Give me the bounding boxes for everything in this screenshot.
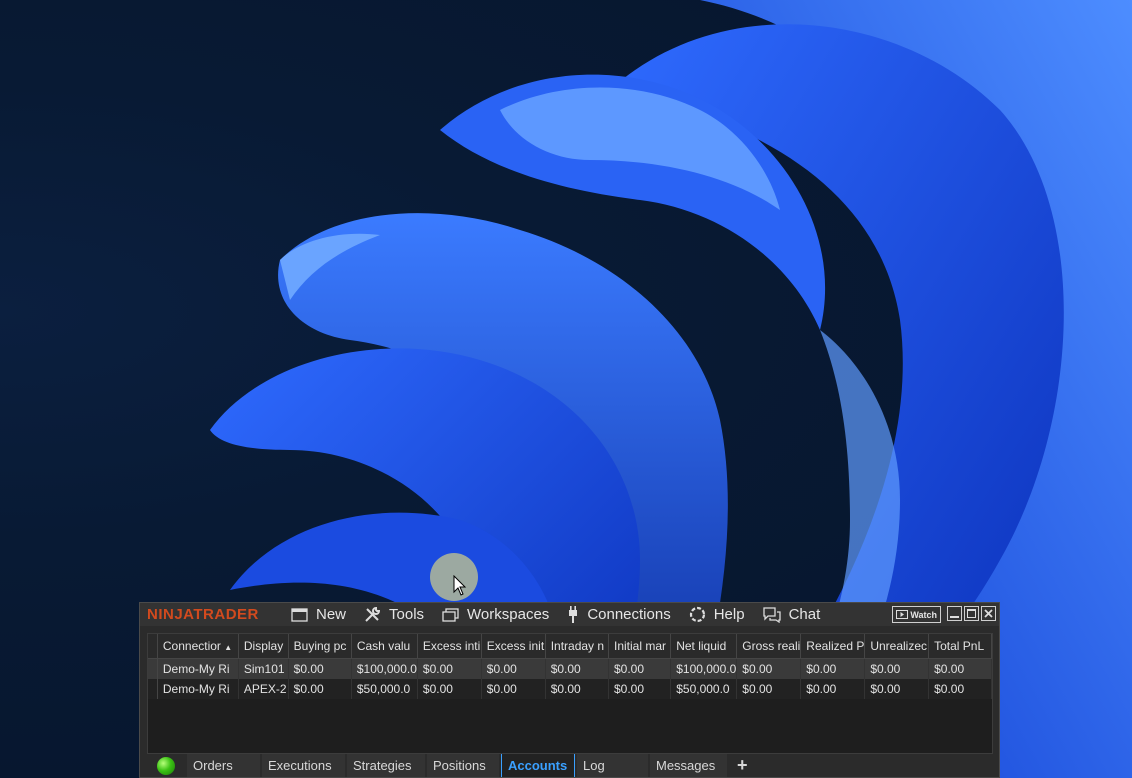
maximize-button[interactable] [964,606,979,621]
table-header-row: Connectior ▲ Display Buying pc Cash valu… [148,634,992,659]
table-cell: $0.00 [736,658,802,679]
table-cell: $0.00 [928,679,992,699]
menu-help[interactable]: Help [689,606,745,623]
menu-new[interactable]: New [291,606,346,623]
table-cell: $0.00 [608,679,672,699]
menu-tools[interactable]: Tools [364,606,424,623]
workspaces-icon [442,607,459,622]
accounts-grid: Connectior ▲ Display Buying pc Cash valu… [147,633,993,754]
chat-icon [762,606,781,623]
table-cell: $0.00 [928,658,992,679]
menu-chat[interactable]: Chat [762,606,821,623]
connection-status-icon[interactable] [157,756,175,775]
table-cell: $0.00 [417,658,482,679]
table-row[interactable]: Demo-My Ri Sim101 $0.00 $100,000.0 $0.00… [148,658,992,679]
column-header-connection[interactable]: Connectior ▲ [157,634,239,659]
close-icon [984,609,993,618]
mouse-pointer-icon [453,575,467,596]
table-cell: $0.00 [288,679,352,699]
tab-orders[interactable]: Orders [187,754,260,777]
window-controls: Watch [892,606,996,623]
table-cell: Sim101 [238,658,289,679]
column-header-initial-margin[interactable]: Initial mar [608,634,672,659]
tab-accounts[interactable]: Accounts [501,754,575,777]
minimize-icon [950,616,959,618]
menu-help-label: Help [713,606,745,623]
tools-icon [365,606,381,622]
table-cell: Demo-My Ri [157,679,239,699]
column-header-realized-pnl[interactable]: Realized P [800,634,866,659]
menu-workspaces-label: Workspaces [467,606,550,623]
maximize-icon [967,609,976,618]
table-cell: $0.00 [800,658,866,679]
close-button[interactable] [981,606,996,621]
tab-executions[interactable]: Executions [262,754,345,777]
menu-connections-label: Connections [587,606,671,623]
minimize-button[interactable] [947,606,962,621]
control-center-window: NINJATRADER New Tools Workspaces Connect… [139,602,1000,778]
menu-chat-label: Chat [788,606,821,623]
table-cell: $0.00 [800,679,866,699]
tab-positions[interactable]: Positions [427,754,499,777]
table-cell: $0.00 [608,658,672,679]
tab-messages[interactable]: Messages [650,754,727,777]
table-row[interactable]: Demo-My Ri APEX-2 $0.00 $50,000.0 $0.00 … [148,679,992,699]
row-selector[interactable] [148,658,158,679]
table-cell: $100,000.0 [670,658,738,679]
help-icon [689,606,705,623]
watch-label: Watch [910,609,937,620]
tab-bar: Orders Executions Strategies Positions A… [140,754,999,777]
watch-button[interactable]: Watch [892,606,941,623]
plug-icon [569,606,578,623]
table-cell: APEX-2 [238,679,289,699]
title-bar: NINJATRADER New Tools Workspaces Connect… [140,603,999,626]
column-header-display[interactable]: Display [238,634,289,659]
table-cell: $0.00 [864,658,930,679]
accounts-table: Connectior ▲ Display Buying pc Cash valu… [148,634,992,699]
table-cell: $0.00 [417,679,482,699]
menu-new-label: New [316,606,347,623]
tab-log[interactable]: Log [577,754,648,777]
column-header-label: Connectior [162,639,221,653]
table-cell: $0.00 [736,679,802,699]
table-cell: $0.00 [545,679,609,699]
column-header-buying-power[interactable]: Buying pc [288,634,352,659]
new-window-icon [291,607,308,622]
column-header-cash-value[interactable]: Cash valu [351,634,418,659]
row-selector-header [148,634,158,659]
menu-tools-label: Tools [389,606,425,623]
table-cell: $0.00 [481,679,546,699]
ninjatrader-logo: NINJATRADER [147,606,259,623]
add-tab-button[interactable]: + [729,755,756,776]
column-header-total-pnl[interactable]: Total PnL [928,634,992,659]
column-header-excess-initial[interactable]: Excess init [481,634,546,659]
table-cell: $50,000.0 [670,679,738,699]
column-header-intraday-margin[interactable]: Intraday n [545,634,609,659]
menu-workspaces[interactable]: Workspaces [442,606,549,623]
table-cell: $0.00 [864,679,930,699]
column-header-unrealized[interactable]: Unrealizec [864,634,930,659]
table-cell: Demo-My Ri [157,658,239,679]
table-cell: $100,000.0 [351,658,418,679]
column-header-excess-intraday[interactable]: Excess inti [417,634,482,659]
table-cell: $50,000.0 [351,679,418,699]
sort-ascending-icon: ▲ [224,643,233,652]
column-header-net-liquidation[interactable]: Net liquid [670,634,738,659]
tab-strategies[interactable]: Strategies [347,754,425,777]
play-icon [896,610,909,619]
menu-connections[interactable]: Connections [567,606,671,623]
column-header-gross-realized[interactable]: Gross reali [736,634,802,659]
table-cell: $0.00 [288,658,352,679]
table-cell: $0.00 [545,658,609,679]
row-selector[interactable] [148,679,158,699]
table-cell: $0.00 [481,658,546,679]
